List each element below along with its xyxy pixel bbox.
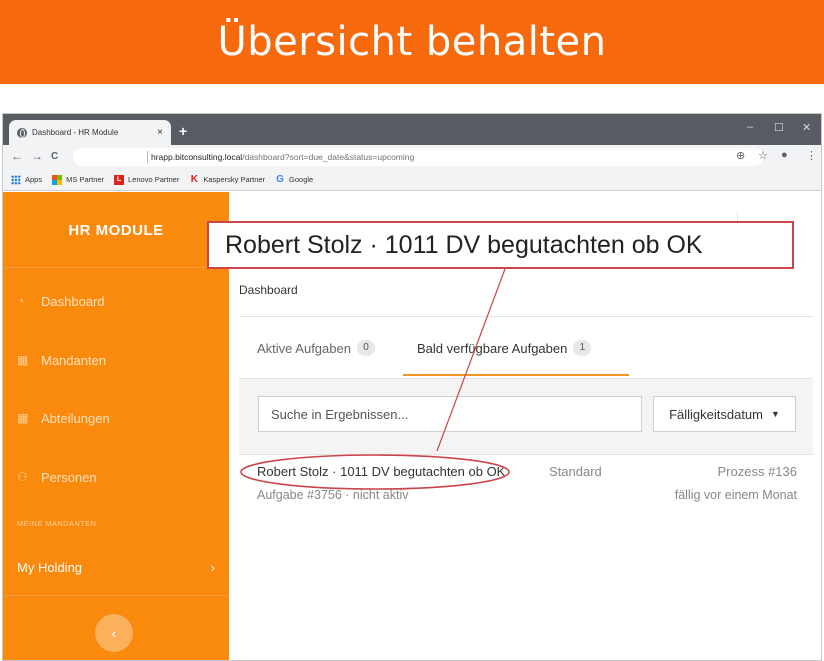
back-icon[interactable]: ← (11, 149, 23, 163)
browser-window: Dashboard - HR Module × + – ☐ ✕ ← → C hr… (2, 113, 822, 661)
promo-banner: Übersicht behalten (0, 0, 824, 84)
sidebar-divider (3, 267, 229, 268)
sort-dropdown[interactable]: Fälligkeitsdatum ▼ (653, 396, 796, 432)
caret-down-icon: ▼ (771, 409, 780, 419)
zoom-icon[interactable]: ⊕ (736, 149, 745, 162)
sidebar-item-my-holding[interactable]: My Holding › (17, 560, 215, 575)
banner-title: Übersicht behalten (217, 19, 607, 65)
kaspersky-icon: K (190, 173, 198, 185)
google-icon: G (276, 173, 284, 185)
filter-bar: Suche in Ergebnissen... Fälligkeitsdatum… (239, 378, 813, 454)
bookmark-ms-partner[interactable]: MS Partner (52, 174, 104, 185)
building-icon: ▦ (17, 411, 29, 425)
active-tab-indicator (403, 374, 629, 376)
bookmark-google[interactable]: G Google (275, 173, 313, 185)
count-badge: 1 (573, 340, 592, 356)
count-badge: 0 (356, 340, 375, 356)
sidebar-item-dashboard[interactable]: ◔ Dashboard (17, 290, 105, 312)
sidebar: HR MODULE ◔ Dashboard ▦ Mandanten ▦ Abte… (3, 192, 229, 660)
tab-title: Dashboard - HR Module (32, 128, 119, 137)
task-subtitle: Aufgabe #3756 · nicht aktiv (257, 488, 409, 502)
app-brand: HR MODULE (68, 222, 164, 239)
bookmarks-bar: Apps MS Partner L Lenovo Partner K Kaspers… (3, 169, 821, 191)
sidebar-item-abteilungen[interactable]: ▦ Abteilungen (17, 407, 110, 429)
people-icon: ⚇ (17, 470, 28, 484)
lenovo-icon: L (114, 174, 125, 185)
browser-toolbar: ← → C hrapp.bitconsulting.local/dashboar… (3, 145, 821, 169)
maximize-icon[interactable]: ☐ (774, 121, 784, 134)
tab-strip: Dashboard - HR Module × + – ☐ ✕ (3, 114, 821, 145)
menu-icon[interactable]: ⋮ (806, 149, 817, 162)
apps-grid-icon (11, 174, 21, 185)
task-tabs: Aktive Aufgaben 0 Bald verfügbare Aufgab… (241, 330, 813, 378)
breadcrumb-divider (239, 316, 813, 317)
microsoft-icon (52, 174, 63, 185)
bookmark-kaspersky-partner[interactable]: K Kaspersky Partner (189, 173, 265, 185)
sidebar-item-personen[interactable]: ⚇ Personen (17, 466, 97, 488)
collapse-sidebar-button[interactable]: ‹ (95, 614, 133, 652)
tab-upcoming-tasks[interactable]: Bald verfügbare Aufgaben 1 (417, 340, 592, 356)
list-divider (239, 454, 813, 455)
tab-active-tasks[interactable]: Aktive Aufgaben 0 (257, 340, 375, 356)
task-title: Robert Stolz · 1011 DV begutachten ob OK (257, 464, 506, 479)
new-tab-button[interactable]: + (179, 123, 187, 139)
breadcrumb[interactable]: Dashboard (239, 283, 298, 297)
forward-icon[interactable]: → (31, 149, 43, 163)
address-bar[interactable]: hrapp.bitconsulting.local/dashboard?sort… (73, 148, 763, 166)
task-process[interactable]: Prozess #136 (718, 464, 798, 479)
dashboard-icon: ◔ (17, 294, 25, 308)
chevron-right-icon: › (210, 560, 215, 575)
search-input[interactable]: Suche in Ergebnissen... (258, 396, 642, 432)
task-list-item[interactable]: Robert Stolz · 1011 DV begutachten ob OK… (239, 464, 813, 514)
task-type: Standard (549, 464, 602, 479)
globe-icon (17, 127, 27, 138)
bookmark-apps[interactable]: Apps (11, 174, 42, 185)
bookmark-star-icon[interactable]: ☆ (758, 149, 768, 162)
bookmark-lenovo-partner[interactable]: L Lenovo Partner (114, 174, 179, 185)
reload-icon[interactable]: C (51, 151, 58, 162)
building-icon: ▦ (17, 353, 29, 367)
browser-tab[interactable]: Dashboard - HR Module × (9, 120, 171, 145)
address-separator (147, 151, 148, 163)
task-due-date: fällig vor einem Monat (674, 488, 797, 502)
close-tab-icon[interactable]: × (157, 127, 163, 138)
url-host: hrapp.bitconsulting.local (151, 152, 243, 162)
callout-box: Robert Stolz · 1011 DV begutachten ob OK (207, 221, 794, 269)
profile-icon[interactable]: ● (781, 149, 788, 161)
sidebar-divider (3, 595, 229, 596)
url-path: /dashboard?sort=due_date&status=upcoming (242, 152, 415, 162)
close-window-icon[interactable]: ✕ (802, 121, 811, 134)
minimize-icon[interactable]: – (747, 121, 753, 133)
sidebar-item-mandanten[interactable]: ▦ Mandanten (17, 349, 106, 371)
section-label: MEINE MANDANTEN (17, 519, 97, 528)
